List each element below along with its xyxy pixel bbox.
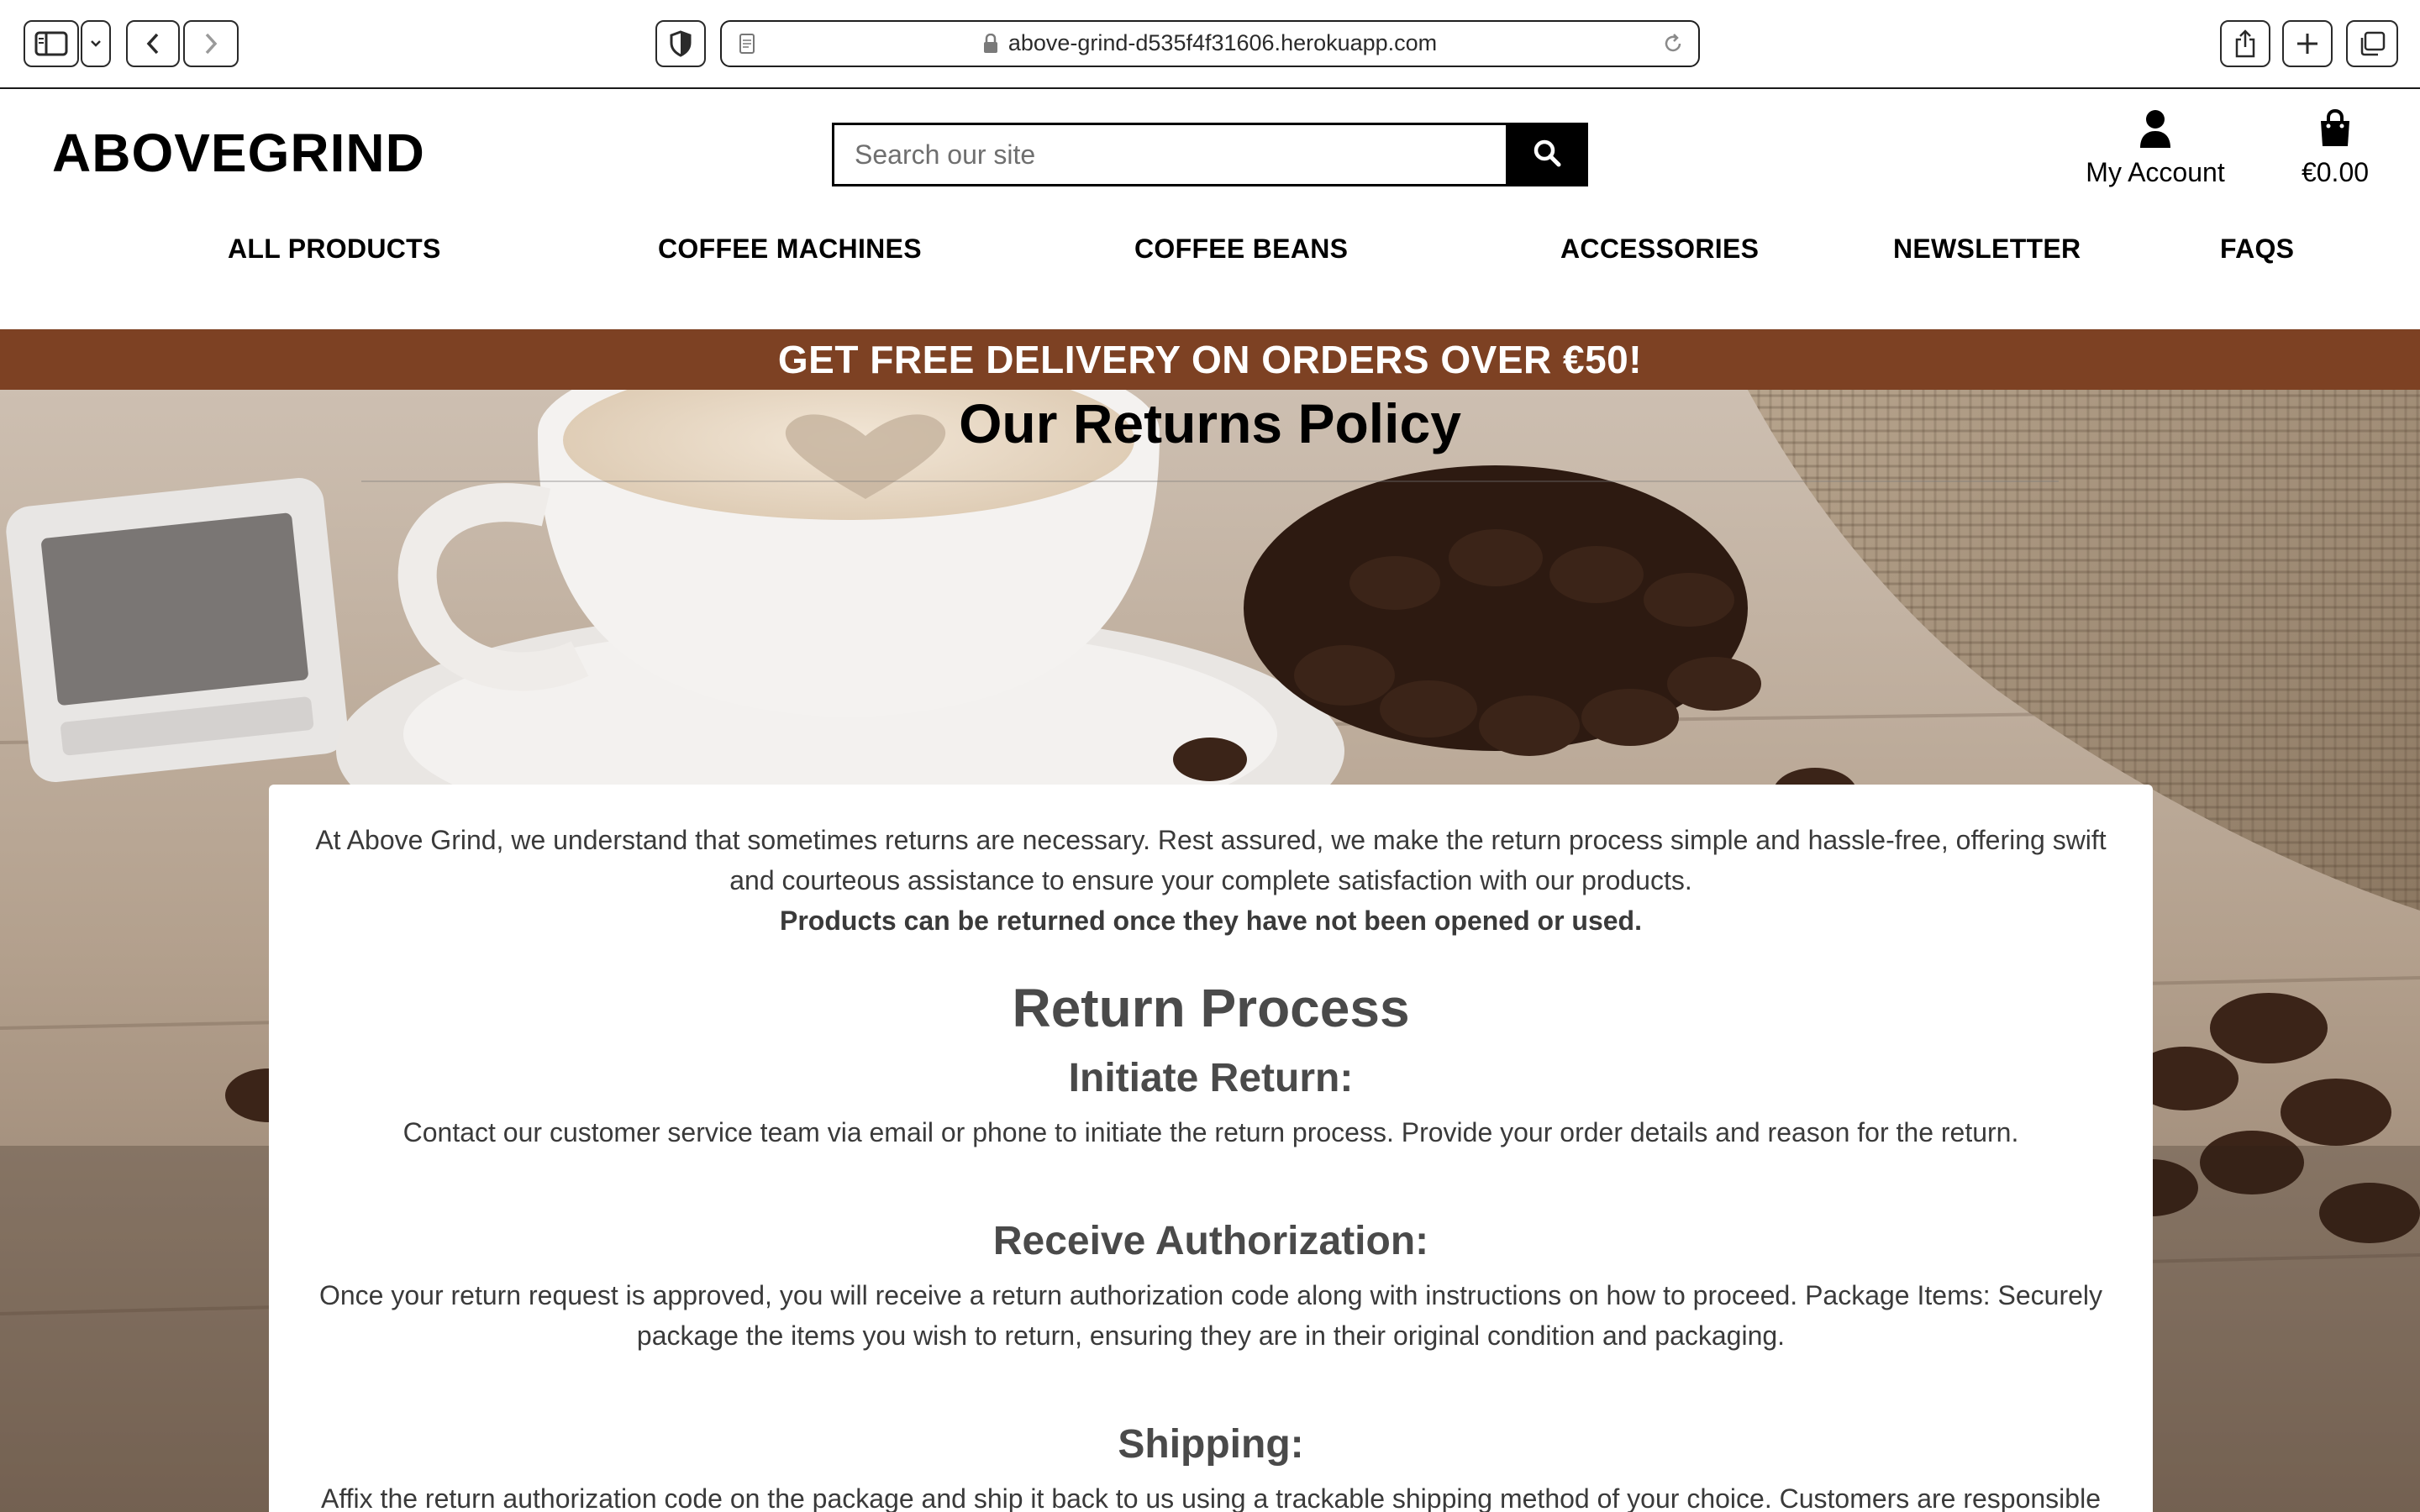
page-title: Our Returns Policy <box>959 392 1461 454</box>
intro-paragraph: At Above Grind, we understand that somet… <box>315 825 2107 895</box>
tabs-icon <box>2358 31 2386 56</box>
back-button[interactable] <box>126 20 180 67</box>
nav-all-products[interactable]: ALL PRODUCTS <box>228 234 441 265</box>
browser-toolbar: above-grind-d535f4f31606.herokuapp.com <box>0 0 2420 89</box>
step-text-receive-authorization: Once your return request is approved, yo… <box>318 1280 2102 1351</box>
new-tab-button[interactable] <box>2282 20 2333 67</box>
address-bar[interactable]: above-grind-d535f4f31606.herokuapp.com <box>720 20 1700 67</box>
main-navigation: ALL PRODUCTS COFFEE MACHINES COFFEE BEAN… <box>0 234 2420 287</box>
privacy-shield-icon <box>669 30 692 57</box>
nav-accessories[interactable]: ACCESSORIES <box>1560 234 1759 265</box>
reload-icon[interactable] <box>1661 32 1685 60</box>
forward-button[interactable] <box>183 20 239 67</box>
site-header: ABOVEGRIND My Account €0.00 ALL PRODUCTS… <box>0 89 2420 329</box>
step-heading-shipping: Shipping: <box>1118 1422 1304 1467</box>
shopping-bag-link[interactable]: €0.00 <box>2289 108 2381 188</box>
banner-text: GET FREE DELIVERY ON ORDERS OVER €50! <box>777 338 1643 381</box>
search-button[interactable] <box>1506 123 1588 186</box>
nav-coffee-machines[interactable]: COFFEE MACHINES <box>658 234 922 265</box>
intro-bold-note: Products can be returned once they have … <box>780 906 1642 936</box>
back-arrow-icon <box>143 31 163 56</box>
cart-total: €0.00 <box>2301 157 2370 187</box>
search-icon <box>1533 139 1561 171</box>
site-logo[interactable]: ABOVEGRIND <box>52 126 425 180</box>
search-form <box>832 123 1588 186</box>
my-account-label: My Account <box>2086 157 2225 187</box>
user-icon <box>2139 110 2172 151</box>
step-heading-receive-authorization: Receive Authorization: <box>992 1219 1429 1263</box>
new-tab-icon <box>2295 31 2320 56</box>
step-heading-initiate-return: Initiate Return: <box>1068 1056 1354 1100</box>
privacy-report-button[interactable] <box>655 20 706 67</box>
sidebar-toggle-button[interactable] <box>24 20 79 67</box>
lock-icon <box>983 33 998 54</box>
free-delivery-banner: GET FREE DELIVERY ON ORDERS OVER €50! <box>0 329 2420 390</box>
sidebar-menu-button[interactable] <box>81 20 111 67</box>
nav-faqs[interactable]: FAQS <box>2220 234 2294 265</box>
chevron-down-icon <box>89 39 103 49</box>
sidebar-icon <box>34 31 68 56</box>
title-divider <box>361 480 2059 482</box>
share-button[interactable] <box>2220 20 2270 67</box>
forward-arrow-icon <box>201 31 221 56</box>
shopping-bag-icon <box>2318 108 2352 151</box>
share-icon <box>2233 29 2257 58</box>
return-process-heading: Return Process <box>1012 978 1410 1038</box>
tab-overview-button[interactable] <box>2346 20 2398 67</box>
nav-newsletter[interactable]: NEWSLETTER <box>1893 234 2081 265</box>
my-account-link[interactable]: My Account <box>2075 109 2235 188</box>
search-input[interactable] <box>832 123 1506 186</box>
nav-coffee-beans[interactable]: COFFEE BEANS <box>1134 234 1348 265</box>
returns-policy-card: At Above Grind, we understand that somet… <box>269 785 2153 1512</box>
url-text: above-grind-d535f4f31606.herokuapp.com <box>1007 30 1438 55</box>
step-text-shipping: Affix the return authorization code on t… <box>321 1483 2101 1512</box>
step-text-initiate-return: Contact our customer service team via em… <box>402 1117 2019 1147</box>
